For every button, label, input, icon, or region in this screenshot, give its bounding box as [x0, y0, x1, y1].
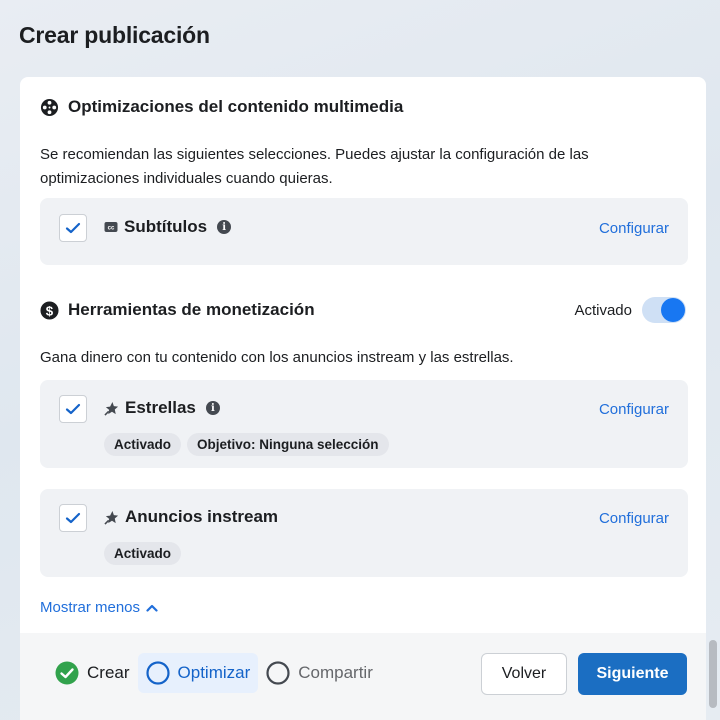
chevron-up-icon — [146, 604, 158, 612]
monetization-description: Gana dinero con tu contenido con los anu… — [40, 349, 514, 366]
progress-steps: Crear Optimizar Compartir — [47, 653, 381, 693]
step-optimize-label: Optimizar — [177, 663, 251, 682]
step-create-label: Crear — [87, 663, 130, 682]
goal-badge: Objetivo: Ninguna selección — [187, 433, 389, 456]
status-badge: Activado — [104, 433, 182, 456]
footer-bar: Crear Optimizar Compartir Volver Siguien… — [20, 633, 706, 720]
scrollbar[interactable] — [709, 640, 717, 708]
stars-chips: Activado Objetivo: Ninguna selección — [104, 433, 389, 456]
instream-configure-link[interactable]: Configurar — [599, 510, 669, 527]
dollar-circle-icon: $ — [40, 300, 59, 320]
check-circle-icon — [55, 661, 79, 685]
back-button[interactable]: Volver — [481, 653, 567, 695]
star-burst-icon — [104, 401, 119, 416]
subtitles-configure-link[interactable]: Configurar — [599, 220, 669, 237]
show-less-link[interactable]: Mostrar menos — [40, 599, 158, 616]
step-share[interactable]: Compartir — [258, 653, 381, 693]
step-optimize[interactable]: Optimizar — [137, 653, 259, 693]
option-stars: Estrellas i Configurar Activado Objetivo… — [40, 380, 688, 468]
monetization-section-header: $ Herramientas de monetización — [40, 300, 315, 320]
closed-captions-icon: cc — [104, 222, 118, 232]
toggle-knob — [661, 298, 685, 322]
option-subtitles: cc Subtítulos i Configurar — [40, 198, 688, 265]
stars-configure-link[interactable]: Configurar — [599, 401, 669, 418]
stars-text: Estrellas — [125, 398, 196, 417]
subtitles-checkbox[interactable] — [59, 214, 87, 242]
instream-checkbox[interactable] — [59, 504, 87, 532]
star-burst-icon — [104, 510, 119, 525]
option-instream-ads: Anuncios instream Configurar Activado — [40, 489, 688, 577]
next-button[interactable]: Siguiente — [578, 653, 687, 695]
media-section-title: Optimizaciones del contenido multimedia — [68, 97, 404, 116]
step-circle-icon — [145, 661, 170, 685]
show-less-text: Mostrar menos — [40, 599, 141, 616]
stars-checkbox[interactable] — [59, 395, 87, 423]
status-badge: Activado — [104, 542, 182, 565]
monetization-toggle[interactable] — [642, 297, 686, 323]
media-section-header: Optimizaciones del contenido multimedia — [40, 97, 403, 117]
media-description: Se recomiendan las siguientes seleccione… — [40, 146, 589, 187]
page-title: Crear publicación — [19, 22, 210, 48]
monetization-toggle-label: Activado — [574, 301, 632, 319]
monetization-section-title: Herramientas de monetización — [68, 300, 315, 319]
stars-label: Estrellas i — [104, 398, 220, 418]
instream-text: Anuncios instream — [125, 507, 279, 526]
subtitles-label: cc Subtítulos i — [104, 217, 232, 237]
info-icon[interactable]: i — [205, 401, 220, 415]
checkmark-icon — [65, 512, 81, 524]
step-circle-icon — [266, 661, 290, 685]
settings-card: Optimizaciones del contenido multimedia … — [20, 77, 706, 633]
svg-text:cc: cc — [108, 226, 115, 232]
step-share-label: Compartir — [298, 663, 373, 682]
checkmark-icon — [65, 403, 81, 415]
checkmark-icon — [65, 222, 81, 234]
step-create[interactable]: Crear — [47, 653, 138, 693]
film-reel-icon — [40, 98, 59, 116]
info-icon[interactable]: i — [217, 220, 232, 234]
svg-text:$: $ — [46, 303, 54, 318]
monetization-toggle-group: Activado — [574, 297, 686, 323]
instream-chips: Activado — [104, 542, 182, 565]
instream-label: Anuncios instream — [104, 507, 278, 527]
subtitles-text: Subtítulos — [124, 217, 208, 236]
